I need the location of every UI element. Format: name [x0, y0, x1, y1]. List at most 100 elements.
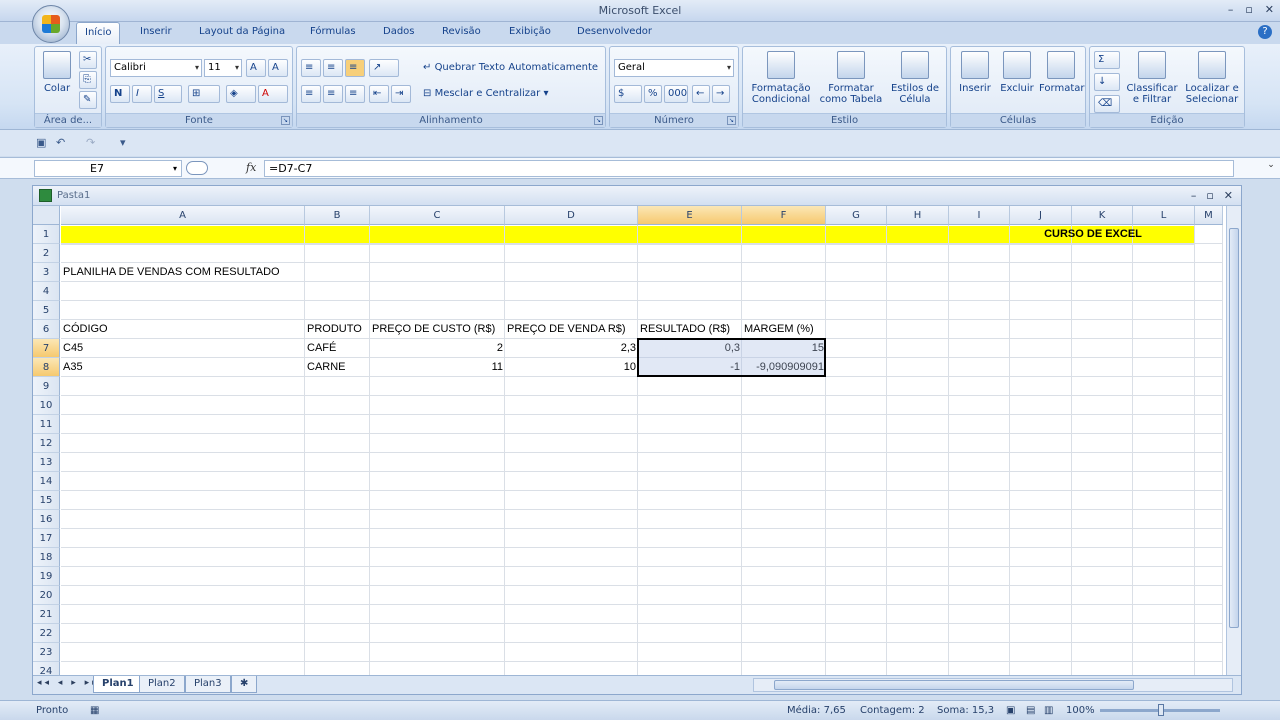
- cell[interactable]: [1133, 339, 1195, 358]
- customize-toolbar-icon[interactable]: ▾: [120, 136, 126, 149]
- cell[interactable]: [305, 244, 370, 263]
- cell[interactable]: [1010, 567, 1072, 586]
- wrap-text-button[interactable]: ↵ Quebrar Texto Automaticamente: [419, 59, 601, 77]
- column-header-l[interactable]: L: [1133, 206, 1195, 225]
- cell[interactable]: [505, 605, 638, 624]
- cell[interactable]: [638, 472, 742, 491]
- cell[interactable]: [61, 434, 305, 453]
- cell[interactable]: [1195, 282, 1223, 301]
- row-header-22[interactable]: 22: [33, 624, 60, 643]
- conditional-formatting-button[interactable]: Formatação Condicional: [747, 51, 815, 105]
- cell[interactable]: [61, 282, 305, 301]
- cell[interactable]: [638, 396, 742, 415]
- cell[interactable]: [887, 453, 949, 472]
- cell[interactable]: [1133, 548, 1195, 567]
- cell[interactable]: [1010, 415, 1072, 434]
- cell[interactable]: [505, 453, 638, 472]
- cell[interactable]: [1010, 453, 1072, 472]
- cell[interactable]: [370, 472, 505, 491]
- cell[interactable]: [1010, 358, 1072, 377]
- cell[interactable]: [1072, 358, 1133, 377]
- align-top-button[interactable]: ≡: [301, 59, 321, 77]
- column-header-e[interactable]: E: [638, 206, 742, 225]
- cell[interactable]: [826, 377, 887, 396]
- cell[interactable]: [638, 586, 742, 605]
- cell[interactable]: [505, 510, 638, 529]
- cell[interactable]: [305, 529, 370, 548]
- cell[interactable]: [1010, 491, 1072, 510]
- font-name-combo[interactable]: Calibri ▾: [110, 59, 202, 77]
- cell[interactable]: [887, 491, 949, 510]
- cell[interactable]: [305, 586, 370, 605]
- row-header-13[interactable]: 13: [33, 453, 60, 472]
- header-produto[interactable]: PRODUTO: [305, 320, 370, 339]
- cell[interactable]: [638, 605, 742, 624]
- cell[interactable]: [1072, 434, 1133, 453]
- cell[interactable]: [1010, 263, 1072, 282]
- cell[interactable]: [1072, 396, 1133, 415]
- cell[interactable]: [1195, 643, 1223, 662]
- font-color-button[interactable]: A: [258, 85, 288, 103]
- cell[interactable]: [826, 510, 887, 529]
- column-header-f[interactable]: F: [742, 206, 826, 225]
- cell[interactable]: [370, 301, 505, 320]
- cell[interactable]: [742, 377, 826, 396]
- cell[interactable]: [887, 263, 949, 282]
- cell[interactable]: [949, 282, 1010, 301]
- row-header-10[interactable]: 10: [33, 396, 60, 415]
- row-header-2[interactable]: 2: [33, 244, 60, 263]
- cell[interactable]: [1195, 263, 1223, 282]
- cell[interactable]: [1133, 358, 1195, 377]
- cell[interactable]: [61, 548, 305, 567]
- cell[interactable]: [1133, 491, 1195, 510]
- cell[interactable]: [61, 529, 305, 548]
- cell[interactable]: [61, 567, 305, 586]
- restore-icon[interactable]: ▫: [1245, 3, 1252, 16]
- tab-exibicao[interactable]: Exibição: [509, 26, 551, 37]
- redo-icon[interactable]: ↷: [86, 136, 95, 149]
- cell[interactable]: [742, 434, 826, 453]
- cell[interactable]: [742, 529, 826, 548]
- cell[interactable]: [305, 263, 370, 282]
- cell[interactable]: [505, 472, 638, 491]
- cell-d8[interactable]: 10: [505, 358, 638, 377]
- cell[interactable]: [1133, 510, 1195, 529]
- cell[interactable]: [949, 624, 1010, 643]
- cell[interactable]: [887, 529, 949, 548]
- delete-cells-button[interactable]: Excluir: [997, 51, 1037, 94]
- cell[interactable]: [1072, 567, 1133, 586]
- cell[interactable]: [1195, 377, 1223, 396]
- cell[interactable]: [305, 415, 370, 434]
- cell[interactable]: [949, 358, 1010, 377]
- cell[interactable]: [949, 396, 1010, 415]
- insert-cells-button[interactable]: Inserir: [955, 51, 995, 94]
- cell[interactable]: [61, 377, 305, 396]
- cell[interactable]: [370, 510, 505, 529]
- cell[interactable]: [638, 548, 742, 567]
- cell-a7[interactable]: C45: [61, 339, 305, 358]
- cell[interactable]: [949, 263, 1010, 282]
- cell[interactable]: [370, 491, 505, 510]
- cell[interactable]: [1133, 301, 1195, 320]
- column-header-b[interactable]: B: [305, 206, 370, 225]
- row-header-21[interactable]: 21: [33, 605, 60, 624]
- tab-desenvolvedor[interactable]: Desenvolvedor: [577, 26, 652, 37]
- cell[interactable]: [370, 643, 505, 662]
- close-icon[interactable]: ✕: [1265, 3, 1274, 16]
- align-center-button[interactable]: ≡: [323, 85, 343, 103]
- save-icon[interactable]: ▣: [36, 136, 46, 149]
- cell[interactable]: [305, 605, 370, 624]
- cell[interactable]: [1195, 586, 1223, 605]
- row-header-9[interactable]: 9: [33, 377, 60, 396]
- insert-function-button[interactable]: fx: [246, 161, 256, 174]
- tab-inicio[interactable]: Início: [76, 22, 121, 44]
- tab-dados[interactable]: Dados: [383, 26, 415, 37]
- cell[interactable]: [742, 453, 826, 472]
- formula-input[interactable]: =D7-C7: [264, 160, 1234, 177]
- cell[interactable]: [505, 548, 638, 567]
- column-header-c[interactable]: C: [370, 206, 505, 225]
- cell[interactable]: [638, 643, 742, 662]
- row-header-17[interactable]: 17: [33, 529, 60, 548]
- cell[interactable]: [1133, 244, 1195, 263]
- cell[interactable]: [638, 529, 742, 548]
